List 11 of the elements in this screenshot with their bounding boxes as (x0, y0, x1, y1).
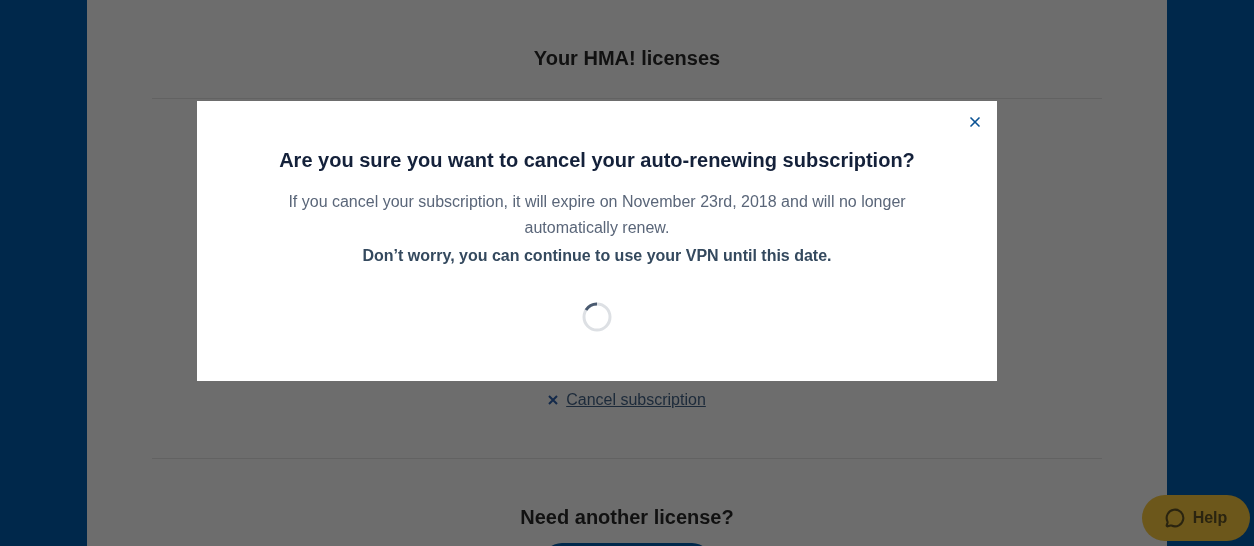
close-icon (548, 395, 559, 405)
modal-title: Are you sure you want to cancel your auto-renewing subscription? (279, 148, 915, 173)
page-title: Your HMA! licenses (533, 46, 721, 71)
help-button[interactable]: Help (1142, 495, 1250, 541)
chat-bubble-icon (1164, 508, 1185, 528)
close-button[interactable] (967, 114, 983, 130)
cancel-subscription-link[interactable]: Cancel subscription (548, 388, 706, 412)
section-heading: Need another license? (520, 505, 734, 530)
modal-note: Don’t worry, you can continue to use your VPN until this date. (362, 246, 832, 266)
loading-spinner-icon (581, 301, 613, 333)
modal-message: If you cancel your subscription, it will expire on November 23rd, 2018 and will no longer automatically renew. (287, 192, 907, 238)
